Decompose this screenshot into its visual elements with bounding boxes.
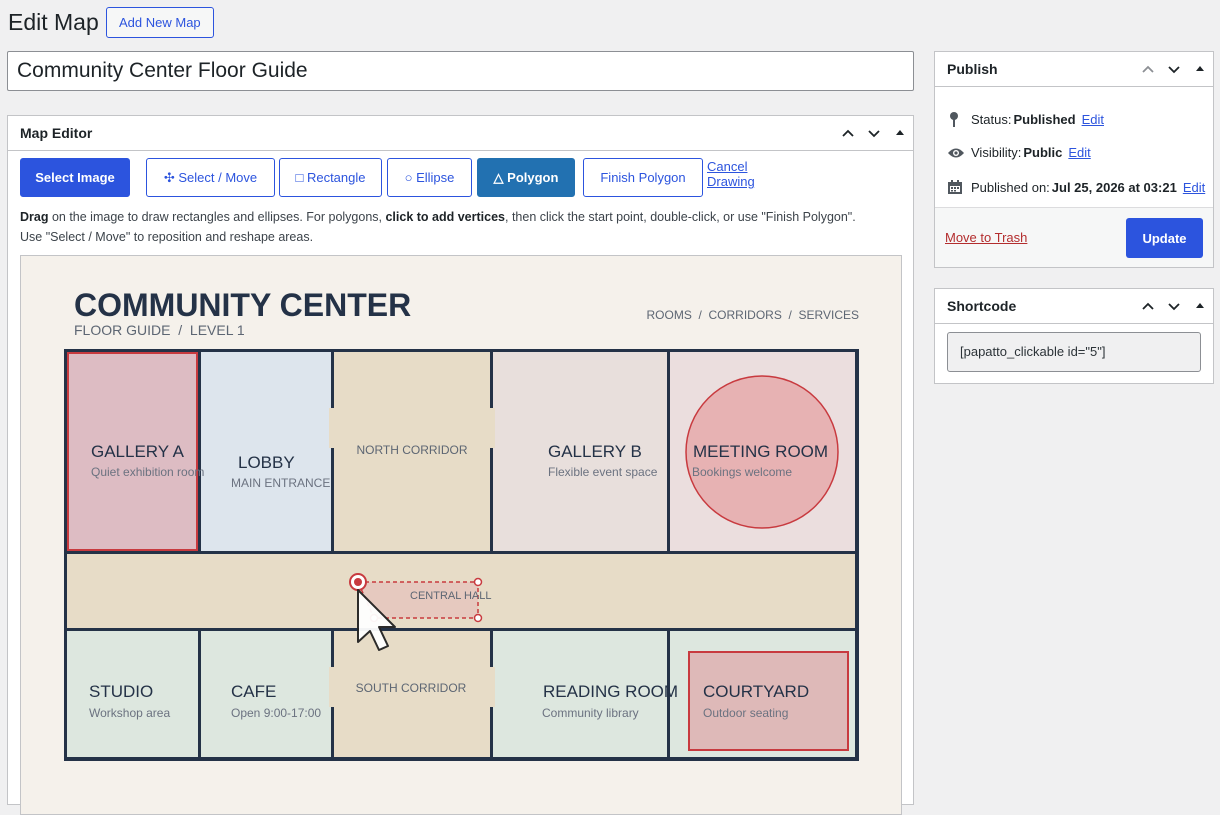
move-to-trash-link[interactable]: Move to Trash	[945, 230, 1027, 245]
floor-plan-image[interactable]: COMMUNITY CENTER FLOOR GUIDE / LEVEL 1 R…	[21, 256, 901, 815]
help-part-2: , then click the start point, double-cli…	[505, 210, 856, 224]
pin-icon	[947, 111, 971, 127]
move-down-icon[interactable]	[1161, 52, 1187, 87]
shortcode-title: Shortcode	[947, 298, 1017, 314]
select-move-tool-button[interactable]: ✣ Select / Move	[146, 158, 275, 197]
panel-handles	[835, 116, 913, 150]
sub-meeting-room: Bookings welcome	[692, 465, 792, 479]
cancel-drawing-link[interactable]: Cancel Drawing	[707, 159, 755, 189]
move-up-icon[interactable]	[1135, 52, 1161, 87]
edit-status-link[interactable]: Edit	[1082, 112, 1104, 127]
shortcode-header: Shortcode	[935, 289, 1213, 324]
map-editor-title: Map Editor	[20, 125, 93, 141]
visibility-value: Public	[1023, 145, 1063, 160]
rectangle-tool-button[interactable]: □ Rectangle	[279, 158, 382, 197]
move-up-icon[interactable]	[1135, 289, 1161, 324]
published-on-label: Published on:	[971, 179, 1050, 195]
sub-reading-room: Community library	[542, 706, 639, 720]
label-central-hall: CENTRAL HALL	[410, 590, 492, 602]
floor-plan-heading: COMMUNITY CENTER	[74, 287, 411, 323]
collapse-toggle-icon[interactable]	[887, 116, 913, 151]
publish-actions: Move to Trash Update	[935, 207, 1213, 267]
room-lobby[interactable]	[201, 352, 331, 551]
label-gallery-a: GALLERY A	[91, 442, 185, 461]
label-studio: STUDIO	[89, 682, 153, 701]
sub-studio: Workshop area	[89, 706, 170, 720]
status-label: Status:	[971, 111, 1012, 127]
visibility-label: Visibility:	[971, 145, 1022, 160]
calendar-icon	[947, 179, 971, 195]
help-click-bold: click to add vertices	[385, 210, 505, 224]
publish-title: Publish	[947, 61, 998, 77]
update-button[interactable]: Update	[1126, 218, 1203, 258]
label-south-corridor: SOUTH CORRIDOR	[356, 681, 467, 695]
sub-courtyard: Outdoor seating	[703, 706, 788, 720]
visibility-row: Visibility: Public Edit	[947, 145, 1091, 160]
map-editor-header: Map Editor	[8, 116, 913, 151]
publish-panel: Publish Status: Published Edit Visibilit…	[934, 51, 1214, 268]
floor-plan-nav: ROOMS / CORRIDORS / SERVICES	[647, 308, 859, 322]
label-reading-room: READING ROOM	[543, 682, 678, 701]
collapse-toggle-icon[interactable]	[1187, 289, 1213, 324]
sub-gallery-b: Flexible event space	[548, 465, 658, 479]
editor-help-text: Drag on the image to draw rectangles and…	[20, 207, 900, 247]
move-down-icon[interactable]	[861, 116, 887, 151]
sub-lobby: MAIN ENTRANCE	[231, 476, 330, 490]
label-north-corridor: NORTH CORRIDOR	[356, 443, 467, 457]
ellipse-tool-button[interactable]: ○ Ellipse	[387, 158, 472, 197]
area-courtyard-hotspot[interactable]	[688, 651, 849, 751]
move-down-icon[interactable]	[1161, 289, 1187, 324]
help-part-1: on the image to draw rectangles and elli…	[48, 210, 386, 224]
panel-handles	[1135, 289, 1213, 323]
publish-header: Publish	[935, 52, 1213, 87]
label-gallery-b: GALLERY B	[548, 442, 642, 461]
sub-gallery-a: Quiet exhibition room	[91, 465, 204, 479]
sub-cafe: Open 9:00-17:00	[231, 706, 321, 720]
add-new-map-button[interactable]: Add New Map	[106, 7, 214, 38]
label-meeting-room: MEETING ROOM	[693, 442, 828, 461]
edit-visibility-link[interactable]: Edit	[1068, 145, 1090, 160]
finish-polygon-button[interactable]: Finish Polygon	[583, 158, 703, 197]
map-editor-panel: Map Editor Select Image ✣ Select / Move …	[7, 115, 914, 815]
label-lobby: LOBBY	[238, 453, 295, 472]
help-drag-bold: Drag	[20, 210, 49, 224]
map-canvas[interactable]: COMMUNITY CENTER FLOOR GUIDE / LEVEL 1 R…	[20, 255, 902, 815]
edit-date-link[interactable]: Edit	[1183, 180, 1205, 195]
polygon-vertex-handle[interactable]	[473, 613, 483, 623]
help-line-1: Drag on the image to draw rectangles and…	[20, 207, 900, 227]
collapse-toggle-icon[interactable]	[1187, 52, 1213, 87]
eye-icon	[947, 147, 971, 159]
help-line-2: Use "Select / Move" to reposition and re…	[20, 230, 314, 244]
map-title-input[interactable]: Community Center Floor Guide	[7, 51, 914, 91]
published-on-value: Jul 25, 2026 at 03:21	[1051, 179, 1177, 195]
status-row: Status: Published Edit	[947, 111, 1104, 127]
north-corridor-opening	[329, 408, 495, 448]
polygon-vertex-handle[interactable]	[473, 577, 483, 587]
shortcode-field[interactable]: [papatto_clickable id="5"]	[947, 332, 1201, 372]
polygon-tool-button[interactable]: △ Polygon	[477, 158, 575, 197]
page-title: Edit Map	[8, 9, 99, 35]
published-on-row: Published on: Jul 25, 2026 at 03:21 Edit	[947, 179, 1205, 195]
move-up-icon[interactable]	[835, 116, 861, 151]
label-courtyard: COURTYARD	[703, 682, 809, 701]
status-value: Published	[1013, 111, 1076, 127]
floor-plan-subheading: FLOOR GUIDE / LEVEL 1	[74, 322, 245, 338]
shortcode-panel: Shortcode [papatto_clickable id="5"]	[934, 288, 1214, 384]
label-cafe: CAFE	[231, 682, 276, 701]
panel-handles	[1135, 52, 1213, 86]
polygon-start-point-dot	[354, 578, 362, 586]
select-image-button[interactable]: Select Image	[20, 158, 130, 197]
